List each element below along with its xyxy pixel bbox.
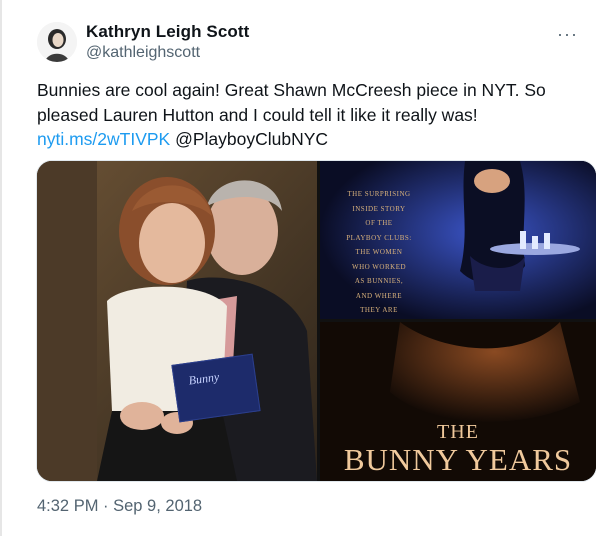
book-tagline: THE SURPRISING INSIDE STORY OF THE PLAYB…: [334, 187, 424, 318]
book-title-main: BUNNY YEARS: [343, 442, 573, 477]
tweet-timestamp[interactable]: 4:32 PM · Sep 9, 2018: [37, 497, 202, 516]
media-grid[interactable]: Bunny THE SURPRISING INSIDE STORY OF THE: [36, 160, 596, 482]
photo-couple-image: [37, 161, 317, 481]
book-title: THE BUNNY YEARS: [320, 421, 596, 477]
avatar[interactable]: [37, 22, 77, 62]
tweet-text-line-2: pleased Lauren Hutton and I could tell i…: [37, 104, 478, 125]
book-tagline-line: AND WHERE: [355, 291, 403, 300]
book-tagline-line: PLAYBOY CLUBS:: [346, 233, 412, 242]
book-title-the: THE: [437, 421, 479, 443]
held-book: Bunny: [171, 353, 261, 423]
author-name[interactable]: Kathryn Leigh Scott: [86, 22, 249, 42]
tweet-mention[interactable]: @PlayboyClubNYC: [175, 129, 328, 149]
tweet-link[interactable]: nyti.ms/2wTIVPK: [37, 129, 170, 149]
book-tagline-line: WHO WORKED: [351, 262, 407, 271]
avatar-image: [37, 22, 77, 62]
book-tagline-line: THE SURPRISING: [347, 190, 411, 198]
book-tagline-line: THEY ARE: [360, 306, 398, 314]
book-tagline-line: INSIDE STORY: [352, 204, 406, 213]
photo-book-cover-bottom[interactable]: THE BUNNY YEARS: [320, 322, 596, 481]
book-tagline-line: THE WOMEN: [355, 248, 403, 256]
tweet-text: Bunnies are cool again! Great Shawn McCr…: [37, 78, 577, 152]
author-handle[interactable]: @kathleighscott: [86, 44, 200, 62]
photo-couple[interactable]: Bunny: [37, 161, 317, 481]
timeline-divider: [0, 0, 2, 536]
tweet-text-line-1: Bunnies are cool again! Great Shawn McCr…: [37, 80, 546, 100]
book-tagline-line: AS BUNNIES,: [354, 277, 404, 285]
held-book-title: Bunny: [187, 369, 221, 388]
more-options-icon[interactable]: ···: [557, 24, 578, 45]
book-tagline-line: OF THE: [365, 219, 393, 227]
photo-book-cover-top[interactable]: THE SURPRISING INSIDE STORY OF THE PLAYB…: [320, 161, 596, 319]
tweet-text-line-3: nyti.ms/2wTIVPK @PlayboyClubNYC: [37, 127, 577, 152]
